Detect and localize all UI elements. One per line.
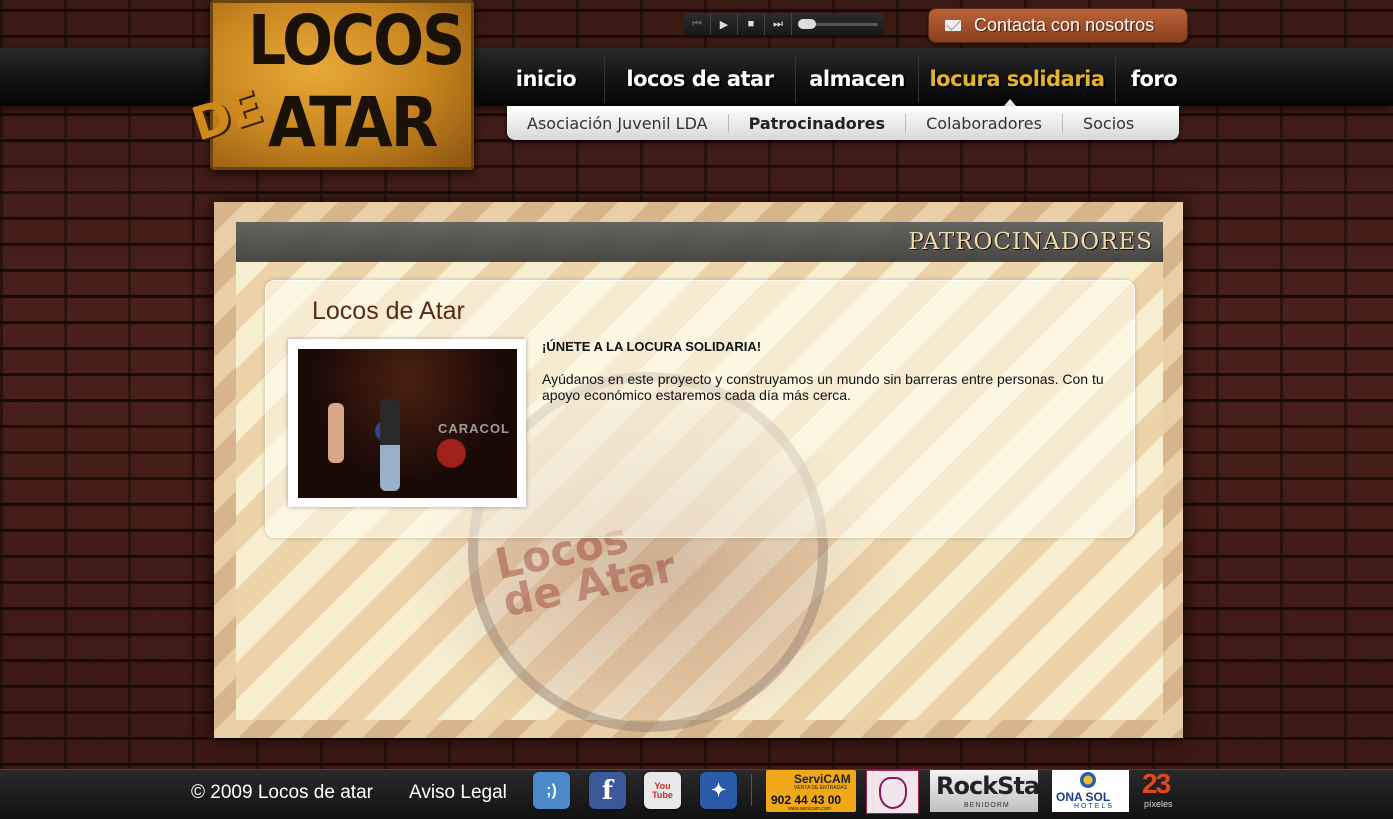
main-nav: inicio locos de atar almacen locura soli… (488, 55, 1192, 103)
sponsor-onasol[interactable]: ONA SOL HOTELS (1052, 770, 1129, 812)
photo-figure-guitarist (328, 403, 344, 463)
section-title: PATROCINADORES (908, 229, 1153, 255)
article-paragraph: Ayúdanos en este proyecto y construyamos… (542, 371, 1104, 403)
servicam-name: ServiCAM (794, 772, 851, 786)
content-frame: Locos de Atar PATROCINADORES Locos de At… (214, 202, 1183, 738)
subnav-item-patrocinadores[interactable]: Patrocinadores (729, 113, 907, 133)
servicam-phone: 902 44 43 00 (771, 793, 842, 807)
article-bold-line: ¡ÚNETE A LA LOCURA SOLIDARIA! (542, 339, 762, 354)
myspace-icon[interactable]: ✦ (700, 772, 737, 809)
servicam-url: www.servicam.com (788, 806, 831, 812)
content-inner: Locos de Atar PATROCINADORES Locos de At… (236, 222, 1163, 732)
subnav-item-asociacion[interactable]: Asociación Juvenil LDA (507, 113, 729, 133)
nav-item-locura-solidaria[interactable]: locura solidaria (919, 55, 1116, 103)
pixeles-number: 23 (1142, 770, 1171, 799)
logo-line-locos: LOCOS (248, 0, 465, 82)
volume-slider[interactable] (798, 18, 878, 29)
rockstar-sub: BENIDORM (964, 802, 1010, 809)
volume-knob[interactable] (798, 18, 816, 29)
envelope-icon (945, 20, 961, 31)
sponsor-rockstar[interactable]: RockStar BENIDORM (930, 770, 1038, 812)
onasol-sun-icon (1080, 772, 1096, 788)
active-nav-caret (1004, 99, 1016, 106)
photo-stage-sign: CARACOL (438, 421, 510, 436)
next-track-icon[interactable]: ⏭ (765, 13, 792, 35)
sponsor-theatre-masks[interactable] (866, 770, 919, 814)
subnav-item-socios[interactable]: Socios (1063, 114, 1154, 133)
nav-item-inicio[interactable]: inicio (488, 55, 605, 103)
band-photo-image: CARACOL (298, 349, 517, 498)
rockstar-name: RockStar (936, 772, 1038, 800)
article-text: ¡ÚNETE A LA LOCURA SOLIDARIA! Ayúdanos e… (542, 339, 1112, 403)
section-title-bar: PATROCINADORES (236, 222, 1163, 262)
band-photo[interactable]: CARACOL (288, 339, 526, 507)
previous-track-icon[interactable]: ⏮ (684, 13, 711, 35)
subnav-item-colaboradores[interactable]: Colaboradores (906, 113, 1063, 133)
facebook-icon[interactable]: f (589, 772, 626, 809)
site-logo[interactable]: LOCOS ATAR DE (185, 0, 474, 172)
photo-figure-singer (380, 399, 400, 491)
sponsor-23pixeles[interactable]: 23 píxeles (1141, 770, 1181, 812)
sub-nav: Asociación Juvenil LDA Patrocinadores Co… (507, 106, 1179, 140)
copyright: © 2009 Locos de atar (191, 782, 373, 803)
pixeles-label: píxeles (1144, 799, 1173, 809)
stop-icon[interactable]: ■ (738, 13, 765, 35)
legal-link[interactable]: Aviso Legal (409, 782, 507, 804)
play-icon[interactable]: ▶ (711, 13, 738, 35)
nav-item-foro[interactable]: foro (1116, 55, 1192, 103)
theatre-mask-icon (879, 777, 907, 809)
sponsor-servicam[interactable]: ServiCAM VENTA DE ENTRADAS 902 44 43 00 … (766, 770, 856, 812)
servicam-sub: VENTA DE ENTRADAS (794, 785, 847, 791)
audio-player: ⏮ ▶ ■ ⏭ (684, 13, 884, 35)
onasol-sub: HOTELS (1074, 803, 1115, 810)
onasol-name: ONA SOL (1056, 790, 1111, 804)
contact-label: Contacta con nosotros (974, 15, 1155, 35)
nav-item-locos-de-atar[interactable]: locos de atar (605, 55, 796, 103)
youtube-icon[interactable]: You Tube (644, 772, 681, 809)
contact-button[interactable]: Contacta con nosotros (928, 8, 1188, 43)
footer-separator (751, 774, 752, 806)
nav-item-almacen[interactable]: almacen (796, 55, 919, 103)
article-heading: Locos de Atar (312, 297, 465, 325)
logo-line-atar: ATAR (268, 82, 438, 163)
tuenti-icon[interactable]: ;) (533, 772, 570, 809)
article-panel: Locos de Atar CARACOL ¡ÚNETE A LA LOCURA… (265, 280, 1135, 538)
